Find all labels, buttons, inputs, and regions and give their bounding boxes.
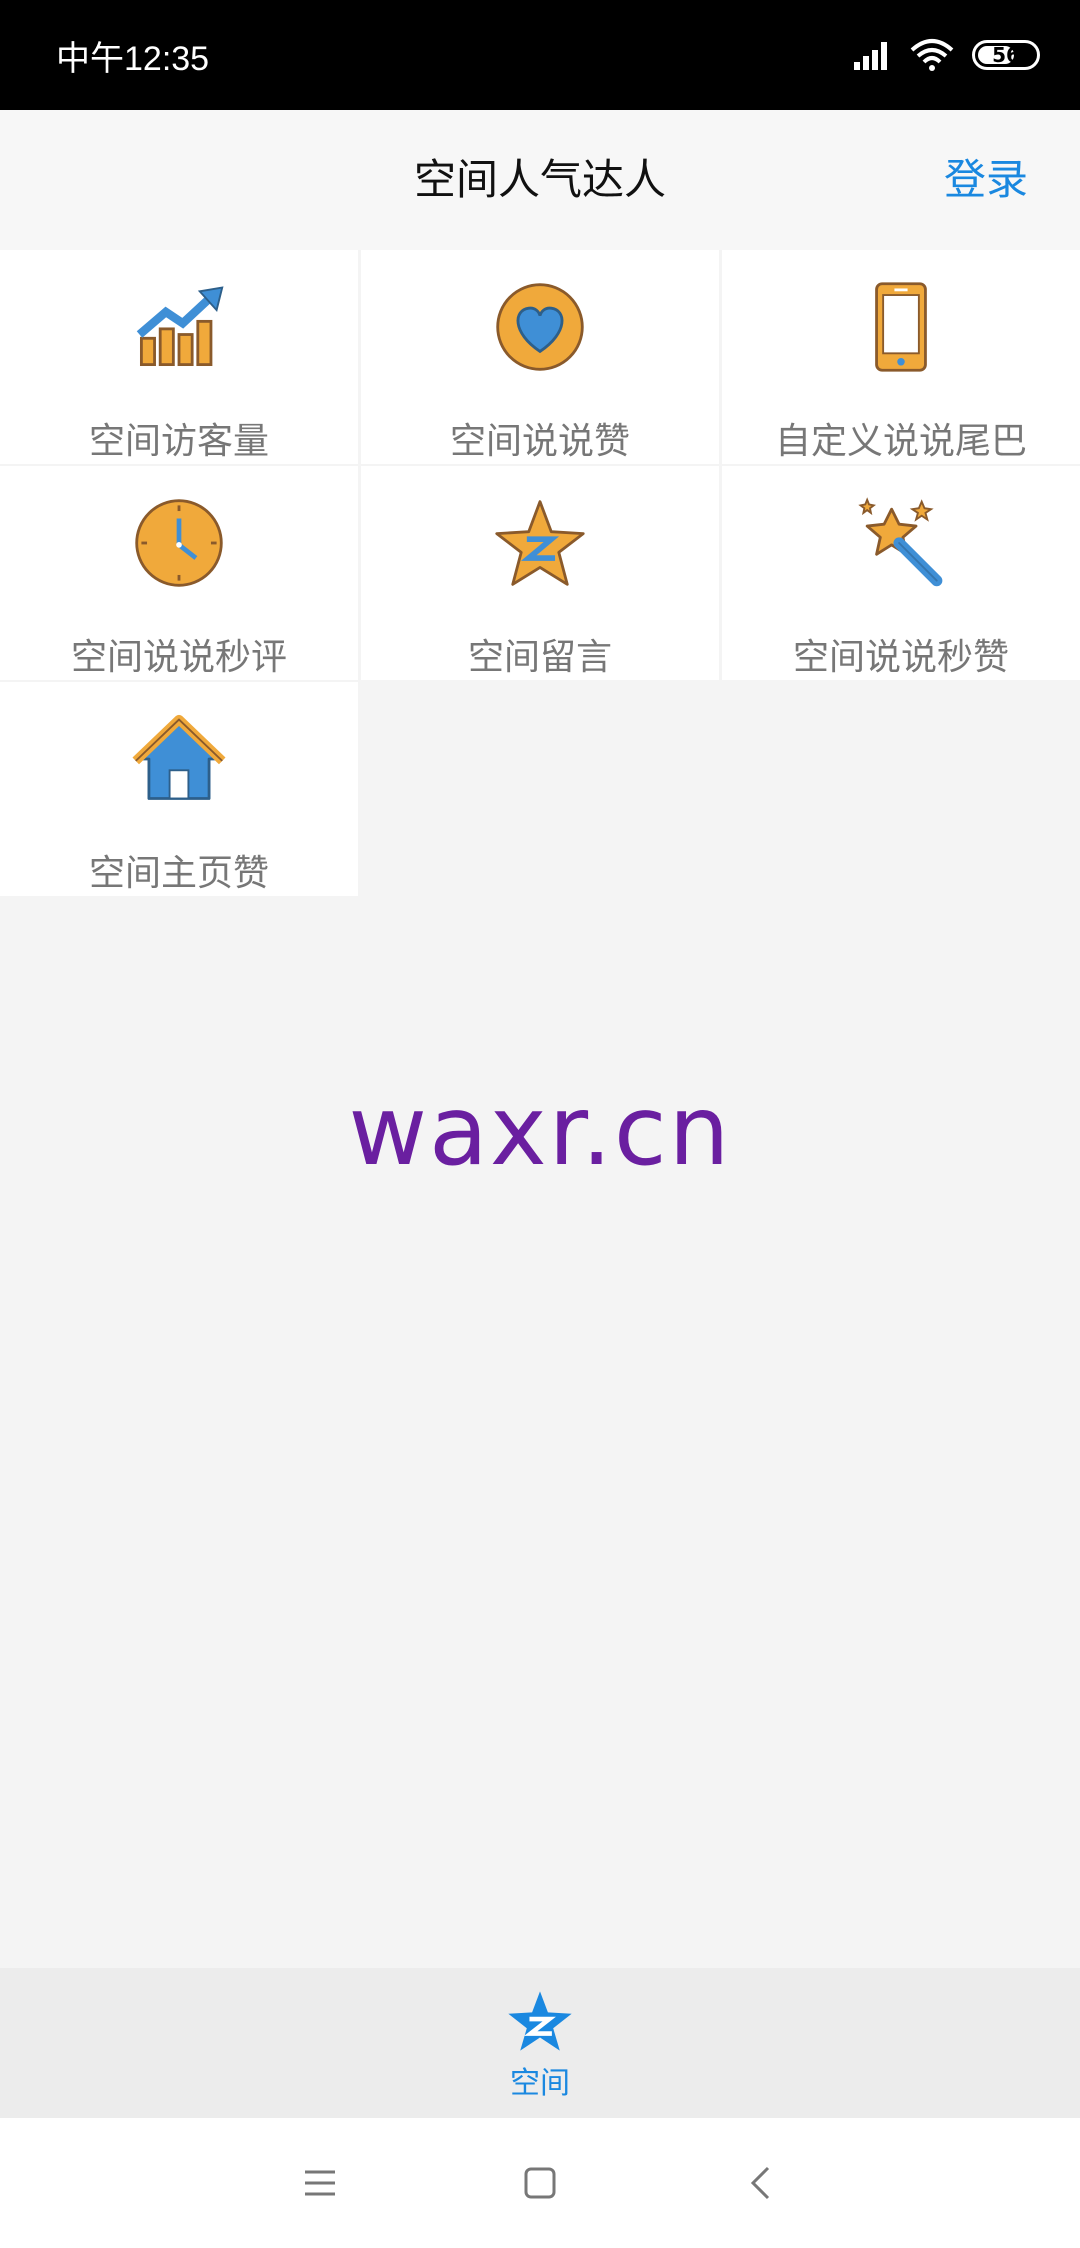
grid-item-label: 空间说说秒赞 <box>792 637 1009 678</box>
grid-item-label: 空间说说赞 <box>449 421 630 462</box>
battery-icon: 56 <box>972 40 1040 70</box>
battery-level: 56 <box>992 43 1020 67</box>
tab-qzone[interactable]: 空间 <box>507 1968 573 2118</box>
grid-item-homepage-like[interactable]: 空间主页赞 <box>0 682 358 896</box>
menu-icon <box>305 2170 335 2196</box>
grid-item-instant-like[interactable]: 空间说说秒赞 <box>722 466 1080 680</box>
wifi-icon <box>910 39 954 71</box>
back-button[interactable] <box>730 2153 790 2213</box>
signal-icon <box>854 42 887 70</box>
status-bar: 中午12:35 56 <box>0 0 1080 110</box>
back-chevron-icon <box>750 2166 770 2200</box>
system-nav-bar <box>0 2118 1080 2248</box>
login-button[interactable]: 登录 <box>944 110 1028 250</box>
tab-label: 空间 <box>510 2066 570 2101</box>
grid-item-label: 空间访客量 <box>88 421 269 462</box>
square-icon <box>524 2167 556 2199</box>
app-header: 空间人气达人 登录 <box>0 110 1080 250</box>
magic-wand-icon <box>858 497 943 587</box>
menu-button[interactable] <box>290 2153 350 2213</box>
grid-item-label: 空间留言 <box>467 637 612 678</box>
grid-item-label: 空间主页赞 <box>88 853 269 894</box>
chart-up-icon <box>136 286 224 367</box>
grid-item-label: 自定义说说尾巴 <box>774 421 1027 462</box>
home-icon <box>132 714 226 800</box>
grid-item-guestbook[interactable]: 空间留言 <box>361 466 719 680</box>
page-title: 空间人气达人 <box>413 155 666 204</box>
status-icons: 56 <box>852 38 1040 72</box>
home-button[interactable] <box>510 2153 570 2213</box>
watermark-text: waxr.cn <box>348 1075 732 1187</box>
heart-icon <box>496 283 584 371</box>
bottom-tab-bar: 空间 <box>0 1968 1080 2118</box>
grid-item-custom-tail[interactable]: 自定义说说尾巴 <box>722 250 1080 464</box>
grid-item-shuoshuo-like[interactable]: 空间说说赞 <box>361 250 719 464</box>
qzone-star-icon <box>508 1991 572 2051</box>
status-time: 中午12:35 <box>56 39 210 78</box>
grid-item-visitor-count[interactable]: 空间访客量 <box>0 250 358 464</box>
qzone-star-icon <box>495 500 585 586</box>
phone-icon <box>875 282 927 372</box>
clock-icon <box>135 499 223 587</box>
grid-item-instant-comment[interactable]: 空间说说秒评 <box>0 466 358 680</box>
grid-item-label: 空间说说秒评 <box>70 637 287 678</box>
